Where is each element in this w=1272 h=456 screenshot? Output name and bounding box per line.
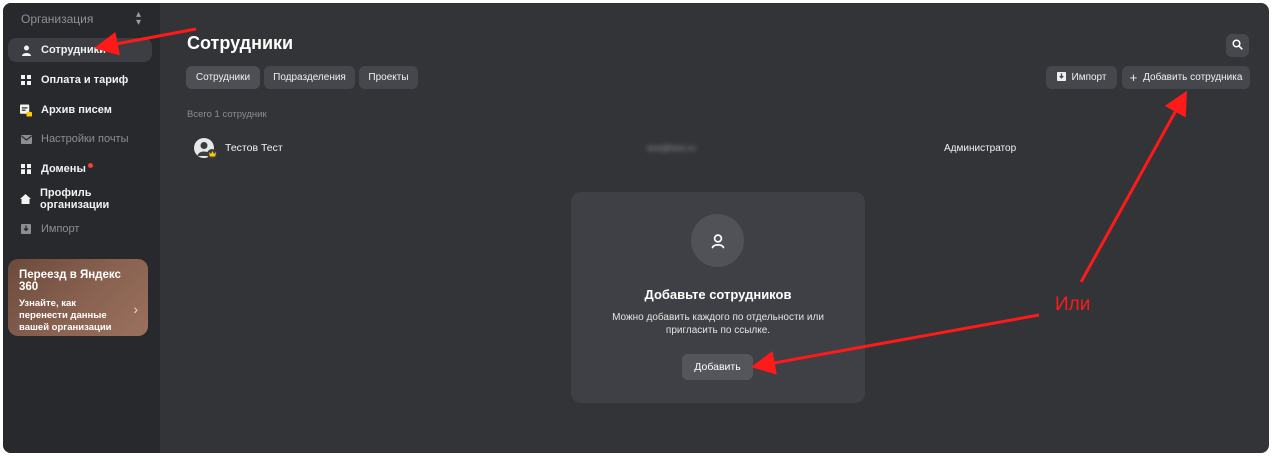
sidebar-item-label: Сотрудники bbox=[41, 44, 106, 56]
notification-dot bbox=[87, 162, 93, 168]
page-title: Сотрудники bbox=[187, 33, 294, 53]
empty-state-title: Добавьте сотрудников bbox=[644, 287, 792, 302]
archive-lock-icon bbox=[20, 104, 32, 116]
grid-icon bbox=[20, 74, 32, 86]
mail-icon bbox=[20, 133, 32, 145]
sidebar-item-employees[interactable]: Сотрудники bbox=[8, 38, 152, 62]
tab-employees[interactable]: Сотрудники bbox=[186, 66, 260, 89]
sidebar-item-label: Настройки почты bbox=[41, 133, 129, 145]
sidebar-item-label: Импорт bbox=[41, 223, 80, 235]
avatar bbox=[194, 138, 217, 159]
plus-icon: + bbox=[1129, 69, 1138, 85]
migration-promo-card[interactable]: Переезд в Яндекс 360 Узнайте, как перене… bbox=[8, 259, 148, 336]
app-window: Организация ▴ ▾ Сотрудники Оплата и тариф… bbox=[3, 3, 1269, 453]
empty-state-card: Добавьте сотрудников Можно добавить кажд… bbox=[571, 192, 865, 403]
chevron-right-icon: › bbox=[133, 301, 138, 317]
home-icon bbox=[20, 193, 31, 205]
tab-projects[interactable]: Проекты bbox=[359, 66, 418, 89]
crown-icon bbox=[207, 149, 217, 159]
employee-role: Администратор bbox=[944, 143, 1017, 154]
promo-title: Переезд в Яндекс 360 bbox=[19, 269, 121, 293]
sidebar-item-label: Профиль организации bbox=[40, 187, 110, 211]
tab-departments[interactable]: Подразделения bbox=[264, 66, 355, 89]
import-button-label: Импорт bbox=[1071, 72, 1107, 83]
import-icon bbox=[1056, 71, 1066, 84]
chevron-updown-icon: ▴ ▾ bbox=[135, 9, 141, 28]
employee-email: test@test.ru bbox=[647, 143, 696, 153]
domains-icon bbox=[20, 163, 32, 175]
sidebar-item-org-profile[interactable]: Профиль организации bbox=[8, 187, 152, 211]
employees-count: Всего 1 сотрудник bbox=[187, 109, 267, 120]
sidebar-item-billing[interactable]: Оплата и тариф bbox=[8, 68, 152, 92]
annotation-label: Или bbox=[1055, 294, 1091, 315]
add-employee-button[interactable]: + Добавить сотрудника bbox=[1122, 66, 1250, 89]
organization-label: Организация bbox=[21, 12, 94, 26]
sidebar-item-label: Домены bbox=[41, 163, 86, 175]
promo-text: Узнайте, как перенести данные вашей орга… bbox=[19, 298, 112, 333]
add-button[interactable]: Добавить bbox=[682, 354, 753, 380]
employee-name: Тестов Тест bbox=[225, 142, 283, 154]
main-content: Сотрудники Сотрудники Подразделения Прое… bbox=[160, 3, 1269, 453]
import-button[interactable]: Импорт bbox=[1046, 66, 1117, 89]
sidebar-item-import[interactable]: Импорт bbox=[8, 217, 152, 241]
search-button[interactable] bbox=[1226, 34, 1249, 57]
sidebar-item-label: Архив писем bbox=[41, 104, 112, 116]
sidebar-item-mail-settings[interactable]: Настройки почты bbox=[8, 127, 152, 151]
user-icon bbox=[691, 214, 744, 267]
sidebar-item-domains[interactable]: Домены bbox=[8, 157, 152, 181]
search-icon bbox=[1232, 37, 1243, 55]
import-icon bbox=[20, 223, 32, 235]
sidebar: Организация ▴ ▾ Сотрудники Оплата и тариф… bbox=[3, 3, 160, 453]
person-icon bbox=[20, 44, 32, 56]
sidebar-item-mail-archive[interactable]: Архив писем bbox=[8, 98, 152, 122]
sidebar-item-label: Оплата и тариф bbox=[41, 74, 129, 86]
add-employee-label: Добавить сотрудника bbox=[1143, 72, 1243, 83]
table-row[interactable]: Тестов Тест test@test.ru Администратор bbox=[187, 136, 1087, 162]
empty-state-subtitle: Можно добавить каждого по отдельности ил… bbox=[612, 312, 824, 336]
organization-selector[interactable]: Организация ▴ ▾ bbox=[11, 9, 147, 29]
